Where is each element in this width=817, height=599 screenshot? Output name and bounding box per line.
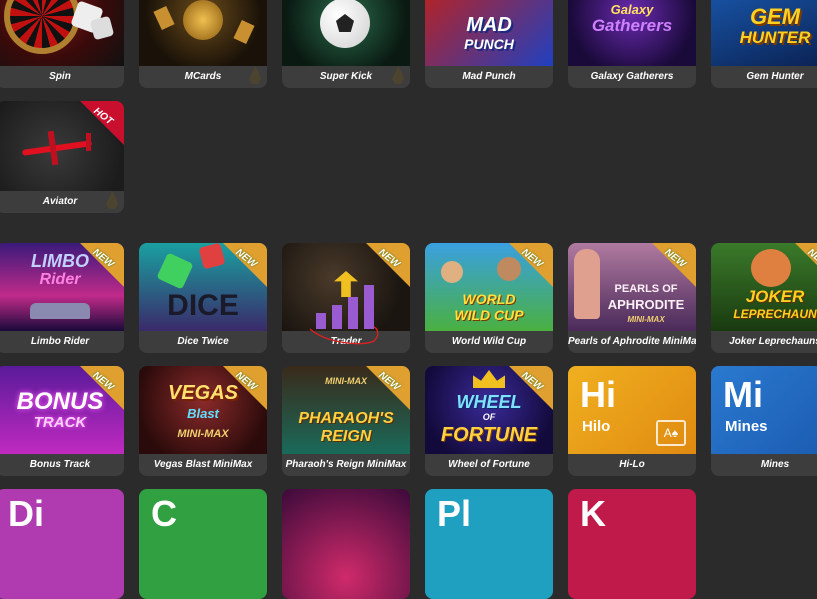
game-card-joker-leprechauns[interactable]: JOKER LEPRECHAUN NEW Joker Leprechauns xyxy=(711,243,817,353)
joker-leprechauns-thumbnail: JOKER LEPRECHAUN xyxy=(711,243,817,331)
mines-thumbnail: Mi Mines ★ xyxy=(711,366,817,454)
vegas-logo-line3: MINI-MAX xyxy=(177,428,229,440)
joker-logo-line1: JOKER xyxy=(745,287,805,306)
game-title: Aviator xyxy=(0,191,124,213)
dice-twice-logo: DICE xyxy=(167,289,239,322)
game-card-bonus-track[interactable]: BONUS TRACK NEW Bonus Track xyxy=(0,366,124,476)
game-card-trader[interactable]: NEW Trader xyxy=(282,243,410,353)
game-card-limbo-rider[interactable]: LIMBO Rider NEW Limbo Rider xyxy=(0,243,124,353)
world-wild-cup-logo-line1: WORLD xyxy=(462,291,516,307)
mad-punch-logo-line1: MAD xyxy=(466,14,512,36)
hilo-thumbnail: Hi Hilo A♠ xyxy=(568,366,696,454)
game-title: Hi-Lo xyxy=(568,454,696,476)
hilo-big-letters: Hi xyxy=(580,374,616,415)
mcards-thumbnail xyxy=(139,0,267,66)
mine-icon: ★ xyxy=(813,424,817,446)
game-title: MCards xyxy=(139,66,267,88)
pharaohs-logo-line2: PHARAOH'S xyxy=(298,410,394,427)
spin-thumbnail xyxy=(0,0,124,66)
partial-card-letters: K xyxy=(580,493,606,534)
mines-big-letters: Mi xyxy=(723,374,763,415)
game-title: Spin xyxy=(0,66,124,88)
game-card-spin[interactable]: Spin xyxy=(0,0,124,88)
playing-cards-icon: A♠ xyxy=(656,420,686,446)
game-card-wheel-of-fortune[interactable]: WHEEL OF FORTUNE NEW Wheel of Fortune xyxy=(425,366,553,476)
joker-logo-line2: LEPRECHAUN xyxy=(733,307,817,321)
game-card-world-wild-cup[interactable]: WORLD WILD CUP NEW World Wild Cup xyxy=(425,243,553,353)
wheel-logo-line2: OF xyxy=(482,412,496,422)
vegas-logo-line2: Blast xyxy=(187,406,219,421)
game-card-pharaohs-reign[interactable]: MINI-MAX PHARAOH'S REIGN NEW Pharaoh's R… xyxy=(282,366,410,476)
game-title: World Wild Cup xyxy=(425,331,553,353)
galaxy-gatherers-thumbnail: Galaxy Gatherers xyxy=(568,0,696,66)
game-card-super-kick[interactable]: Super Kick xyxy=(282,0,410,88)
bonus-track-logo-line1: BONUS xyxy=(16,388,104,415)
game-card-mcards[interactable]: MCards xyxy=(139,0,267,88)
game-title: Super Kick xyxy=(282,66,410,88)
partial-card-letters: C xyxy=(151,493,177,534)
game-title: Mad Punch xyxy=(425,66,553,88)
game-title: Galaxy Gatherers xyxy=(568,66,696,88)
game-card-mines[interactable]: Mi Mines ★ Mines xyxy=(711,366,817,476)
game-card-partial-2[interactable]: C xyxy=(139,489,267,599)
super-kick-thumbnail xyxy=(282,0,410,66)
game-card-pearls-of-aphrodite[interactable]: PEARLS OF APHRODITE MINI-MAX NEW Pearls … xyxy=(568,243,696,353)
game-card-vegas-blast[interactable]: VEGAS Blast MINI-MAX NEW Vegas Blast Min… xyxy=(139,366,267,476)
hilo-sub-label: Hilo xyxy=(582,418,611,435)
game-title: Dice Twice xyxy=(139,331,267,353)
galaxy-gatherers-logo-line1: Galaxy xyxy=(610,2,654,17)
mad-punch-thumbnail: MAD PUNCH xyxy=(425,0,553,66)
partial-card-letters: Di xyxy=(8,493,44,534)
world-wild-cup-logo-line2: WILD CUP xyxy=(454,307,524,323)
game-title: Bonus Track xyxy=(0,454,124,476)
game-title: Vegas Blast MiniMax xyxy=(139,454,267,476)
gem-hunter-logo-line1: GEM xyxy=(749,4,801,29)
game-card-galaxy-gatherers[interactable]: Galaxy Gatherers Galaxy Gatherers xyxy=(568,0,696,88)
limbo-rider-logo-line2: Rider xyxy=(39,271,81,288)
game-title: Trader xyxy=(282,331,410,353)
mines-sub-label: Mines xyxy=(725,418,768,435)
game-title: Mines xyxy=(711,454,817,476)
mad-punch-logo-line2: PUNCH xyxy=(464,36,514,52)
game-title: Pearls of Aphrodite MiniMax xyxy=(568,331,696,353)
game-card-gem-hunter[interactable]: GEM HUNTER Gem Hunter xyxy=(711,0,817,88)
game-title: Pharaoh's Reign MiniMax xyxy=(282,454,410,476)
gem-hunter-logo-line2: HUNTER xyxy=(739,28,811,47)
game-title: Limbo Rider xyxy=(0,331,124,353)
bonus-track-logo-line2: TRACK xyxy=(33,414,87,431)
game-title: Gem Hunter xyxy=(711,66,817,88)
game-card-partial-1[interactable]: Di xyxy=(0,489,124,599)
wheel-logo-line3: FORTUNE xyxy=(440,424,538,446)
game-card-partial-4[interactable]: Pl xyxy=(425,489,553,599)
game-card-partial-3[interactable] xyxy=(282,489,410,599)
game-card-dice-twice[interactable]: DICE NEW Dice Twice xyxy=(139,243,267,353)
game-card-aviator[interactable]: HOT Aviator xyxy=(0,101,124,213)
pharaohs-logo-line3: REIGN xyxy=(320,428,372,445)
game-card-partial-5[interactable]: K xyxy=(568,489,696,599)
pearls-logo-line3: MINI-MAX xyxy=(627,315,665,324)
game-title: Joker Leprechauns xyxy=(711,331,817,353)
game-title: Wheel of Fortune xyxy=(425,454,553,476)
wheel-logo-line1: WHEEL xyxy=(456,392,522,412)
galaxy-gatherers-logo-line2: Gatherers xyxy=(591,16,673,35)
game-card-hilo[interactable]: Hi Hilo A♠ Hi-Lo xyxy=(568,366,696,476)
gem-hunter-thumbnail: GEM HUNTER xyxy=(711,0,817,66)
partial-card-letters: Pl xyxy=(437,493,472,534)
pearls-logo-line1: PEARLS OF xyxy=(614,283,678,295)
game-card-mad-punch[interactable]: MAD PUNCH Mad Punch xyxy=(425,0,553,88)
pearls-logo-line2: APHRODITE xyxy=(607,297,685,312)
